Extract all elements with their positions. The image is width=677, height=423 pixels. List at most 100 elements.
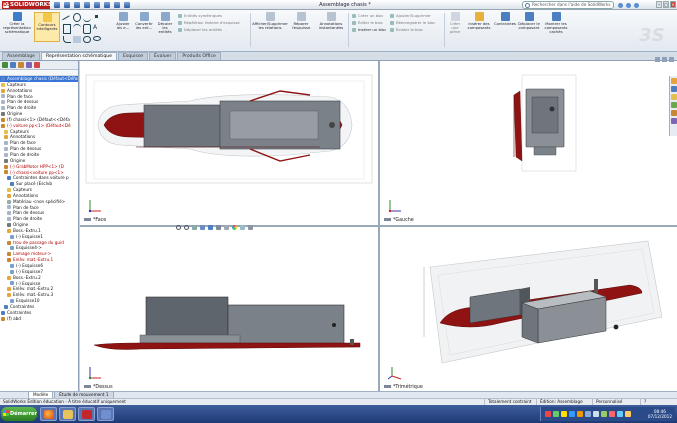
tray-icon[interactable] [569, 411, 575, 417]
appearances-icon[interactable] [671, 110, 677, 116]
viewport-front[interactable]: *Face [80, 61, 378, 225]
ellipse-icon[interactable] [93, 35, 101, 41]
smart-contours-button[interactable]: Contours intelligents [34, 12, 60, 42]
polygon-icon[interactable] [83, 24, 91, 34]
dim-expert-icon[interactable] [26, 62, 32, 68]
taskbar-app[interactable] [97, 407, 114, 421]
new-icon[interactable] [54, 2, 60, 8]
clock[interactable]: 08:46 07/12/2012 [648, 409, 672, 419]
insert-components-button[interactable]: Insérer des composants [466, 12, 492, 30]
feature-tree-icon[interactable] [2, 62, 8, 68]
offset-entities-button[interactable]: Décaler les entités [156, 12, 174, 35]
search-go-icon[interactable] [618, 2, 623, 8]
sketch-icon [10, 246, 14, 251]
hide-show-items-icon[interactable] [224, 224, 229, 230]
minimize-button[interactable]: – [656, 1, 662, 8]
convert-icon [139, 12, 149, 21]
horizontal-splitter[interactable] [80, 225, 677, 227]
text-icon[interactable]: A [93, 24, 101, 33]
display-style-icon[interactable] [216, 224, 221, 230]
volume-icon[interactable] [593, 411, 599, 417]
move-component-button[interactable]: Déplacer le composant [518, 12, 540, 30]
viewport-top[interactable]: *Dessus [80, 227, 378, 392]
tray-icon[interactable] [601, 411, 607, 417]
options-icon[interactable] [124, 2, 130, 8]
open-icon[interactable] [64, 2, 70, 8]
circle-icon[interactable] [73, 13, 81, 23]
tray-icon[interactable] [545, 411, 551, 417]
tray-icon[interactable] [561, 411, 567, 417]
select-icon[interactable] [104, 2, 110, 8]
taskbar-firefox[interactable] [40, 407, 57, 421]
tray-icon[interactable] [617, 411, 623, 417]
arc-icon[interactable] [73, 24, 81, 33]
rectangle-icon[interactable] [63, 24, 71, 34]
tab-office-products[interactable]: Produits Office [177, 52, 221, 60]
part-icon [1, 117, 5, 122]
fillet-icon[interactable] [63, 35, 71, 43]
home-icon[interactable] [671, 78, 677, 84]
mirror-icon [178, 14, 182, 18]
file-explorer-icon[interactable] [671, 94, 677, 100]
view-settings-icon[interactable] [248, 224, 253, 230]
maximize-button[interactable]: □ [663, 1, 669, 8]
print-icon[interactable] [84, 2, 90, 8]
config-manager-icon[interactable] [18, 62, 24, 68]
zoom-area-icon[interactable] [184, 224, 189, 230]
tab-sketch[interactable]: Esquisse [118, 52, 149, 60]
insert-block-item[interactable]: Insérer un bloc [352, 27, 386, 32]
tab-model[interactable]: Modèle [28, 391, 54, 398]
edit-appearance-icon[interactable] [232, 224, 237, 230]
graphics-area[interactable]: *Face *Gauche *Dessus *Trimétrique [80, 61, 677, 392]
display-relations-button[interactable]: Afficher/Supprimer les relations [252, 12, 288, 30]
tree-item[interactable]: (f) abd [0, 316, 78, 322]
help-search-input[interactable]: Rechercher dans l'aide de SolidWorks [522, 1, 614, 9]
apply-scene-icon[interactable] [240, 224, 245, 230]
section-view-icon[interactable] [200, 224, 205, 230]
single-view-icon[interactable] [655, 57, 660, 62]
help-icon[interactable] [626, 2, 631, 8]
tab-assembly[interactable]: Assemblage [2, 52, 40, 60]
create-schematic-button[interactable]: Créer la représentation schématique [2, 12, 32, 35]
tab-motion-study[interactable]: Étude de mouvement 1 [54, 391, 114, 398]
network-icon[interactable] [585, 411, 591, 417]
two-view-icon[interactable] [662, 57, 667, 62]
slot-icon[interactable] [83, 35, 91, 43]
rebuild-icon[interactable] [114, 2, 120, 8]
convert-entities-button[interactable]: Convertir les ent... [134, 12, 154, 30]
four-view-icon[interactable] [669, 57, 674, 62]
tray-icon[interactable] [553, 411, 559, 417]
solidworks-logo[interactable]: DS SOLIDWORKS [2, 1, 52, 9]
tab-evaluate[interactable]: Évaluer [149, 52, 177, 60]
taskbar-explorer[interactable] [59, 407, 76, 421]
plane-icon[interactable] [73, 35, 81, 43]
design-library-icon[interactable] [671, 86, 677, 92]
previous-view-icon[interactable] [192, 224, 197, 230]
instant-annotations-button[interactable]: Annotations instantanées [317, 12, 345, 30]
viewport-left[interactable]: *Gauche [380, 61, 677, 225]
tray-icon[interactable] [625, 411, 631, 417]
save-icon[interactable] [74, 2, 80, 8]
view-orientation-dropdown-icon[interactable] [208, 224, 213, 230]
viewport-trimetric[interactable]: *Trimétrique [380, 227, 677, 392]
start-button[interactable]: Démarrer [1, 407, 37, 421]
zoom-to-fit-icon[interactable] [176, 224, 181, 230]
display-manager-icon[interactable] [34, 62, 40, 68]
repair-sketch-button[interactable]: Réparer l'esquisse [289, 12, 313, 30]
trim-button[interactable]: Ajuster les e... [114, 12, 132, 30]
custom-properties-icon[interactable] [671, 118, 677, 124]
property-manager-icon[interactable] [10, 62, 16, 68]
show-hidden-components-button[interactable]: Montrer les composants cachés [542, 12, 570, 35]
close-button[interactable]: × [670, 1, 676, 8]
point-icon[interactable] [95, 15, 98, 18]
line-icon[interactable] [62, 15, 72, 24]
tray-icon[interactable] [609, 411, 615, 417]
view-palette-icon[interactable] [671, 102, 677, 108]
tray-icon[interactable] [577, 411, 583, 417]
mates-button[interactable]: Contraintes [494, 12, 516, 26]
spline-icon[interactable] [83, 13, 91, 23]
undo-icon[interactable] [94, 2, 100, 8]
taskbar-solidworks[interactable] [78, 407, 95, 421]
question-icon[interactable] [634, 2, 639, 8]
tab-schematic[interactable]: Représentation schématique [40, 52, 118, 60]
